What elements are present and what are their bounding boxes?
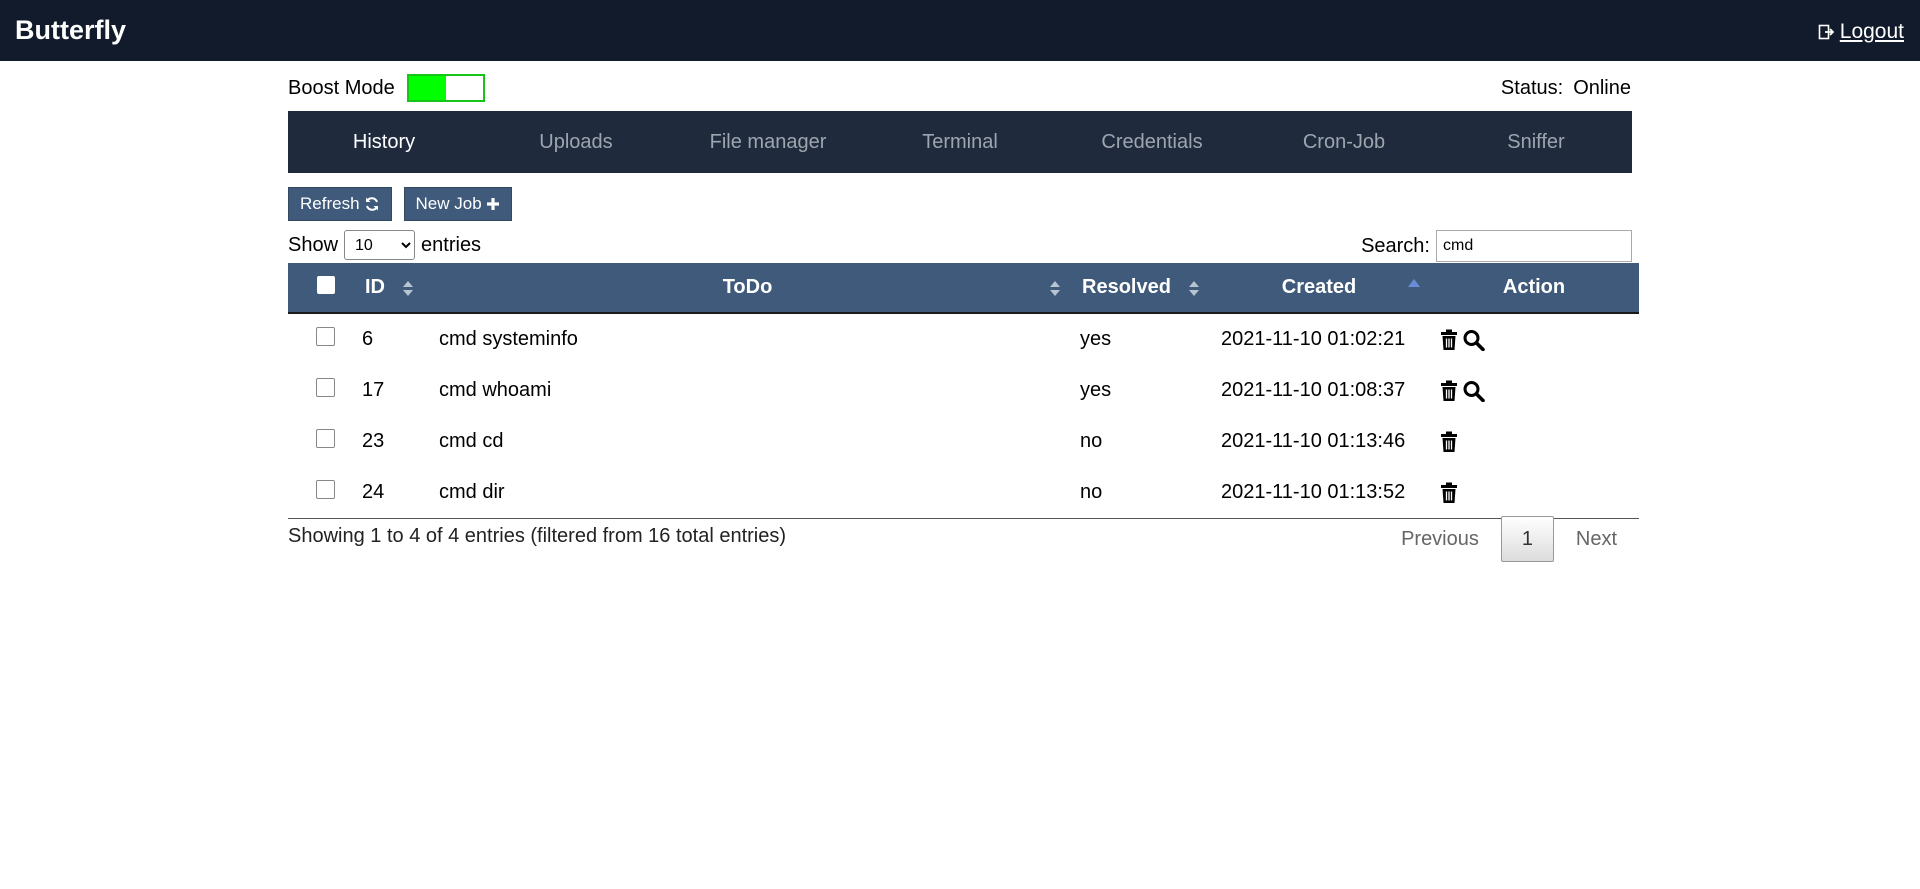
- sign-out-icon: [1818, 24, 1835, 40]
- row-resolved: no: [1068, 467, 1209, 519]
- top-navbar: Butterfly Logout: [0, 0, 1920, 61]
- select-all-checkbox[interactable]: [317, 275, 335, 294]
- row-todo: cmd systeminfo: [439, 328, 578, 350]
- row-actions: [1429, 467, 1639, 519]
- row-todo: cmd dir: [427, 467, 1068, 519]
- boost-mode-row: Boost Mode: [288, 73, 485, 103]
- search-icon[interactable]: [1462, 329, 1486, 351]
- row-id: 23: [362, 430, 385, 452]
- entries-label: entries: [421, 233, 482, 256]
- table-row: 24 cmd dir no 2021-11-10 01:13:52: [288, 467, 1639, 519]
- header-action: Action: [1429, 263, 1639, 314]
- row-resolved: yes: [1080, 328, 1112, 350]
- previous-page-button[interactable]: Previous: [1379, 528, 1501, 551]
- page-1-button[interactable]: 1: [1500, 516, 1554, 562]
- header-todo-label: ToDo: [722, 276, 773, 298]
- header-created[interactable]: Created: [1209, 263, 1429, 314]
- trash-icon[interactable]: [1440, 380, 1458, 402]
- header-action-label: Action: [1502, 276, 1566, 298]
- row-actions: [1429, 365, 1639, 416]
- row-todo: cmd whoami: [439, 379, 552, 401]
- row-id: 6: [362, 328, 374, 350]
- logout-link[interactable]: Logout: [1818, 20, 1904, 44]
- main-tabs: History Uploads File manager Terminal Cr…: [288, 111, 1632, 173]
- status-label: Status:: [1500, 76, 1564, 99]
- next-page-button[interactable]: Next: [1554, 528, 1639, 551]
- table-row: 17 cmd whoami yes 2021-11-10 01:08:37: [288, 365, 1639, 416]
- refresh-icon: [365, 197, 378, 211]
- row-actions: [1429, 313, 1639, 365]
- plus-icon: [486, 198, 499, 210]
- row-resolved: no: [1080, 430, 1103, 452]
- sort-icon: [1189, 281, 1199, 297]
- table-info: Showing 1 to 4 of 4 entries (filtered fr…: [288, 525, 787, 547]
- row-id: 24: [359, 467, 427, 519]
- app-title: Butterfly: [15, 15, 127, 45]
- history-table: ID ToDo Resolved Created Action 6 cmd sy…: [288, 263, 1639, 519]
- row-actions: [1429, 416, 1639, 467]
- tab-terminal[interactable]: Terminal: [864, 131, 1056, 154]
- table-header-row: ID ToDo Resolved Created Action: [288, 263, 1639, 314]
- sort-asc-icon: [1408, 279, 1420, 287]
- table-row: 23 cmd cd no 2021-11-10 01:13:46: [288, 416, 1639, 467]
- show-label: Show: [288, 233, 339, 256]
- tab-uploads[interactable]: Uploads: [480, 131, 672, 154]
- toggle-on-fill: [408, 76, 446, 100]
- entries-per-page-select[interactable]: 10: [344, 230, 416, 260]
- row-checkbox[interactable]: [316, 480, 335, 499]
- row-created: 2021-11-10 01:08:37: [1221, 379, 1406, 401]
- header-todo[interactable]: ToDo: [427, 263, 1068, 314]
- sort-icon: [1050, 281, 1060, 297]
- tab-file-manager[interactable]: File manager: [672, 131, 864, 154]
- boost-mode-toggle[interactable]: [406, 74, 485, 102]
- logout-label: Logout: [1839, 20, 1904, 43]
- row-checkbox[interactable]: [316, 327, 335, 346]
- header-resolved[interactable]: Resolved: [1068, 263, 1209, 314]
- page-length-control: Show 10 entries: [288, 229, 481, 261]
- table-row: 6 cmd systeminfo yes 2021-11-10 01:02:21: [288, 313, 1639, 365]
- trash-icon[interactable]: [1440, 482, 1458, 504]
- refresh-button[interactable]: Refresh: [288, 187, 392, 221]
- header-id-label: ID: [365, 276, 385, 298]
- tab-history[interactable]: History: [288, 131, 480, 154]
- toolbar: Refresh New Job: [288, 187, 524, 221]
- row-todo: cmd cd: [439, 430, 504, 452]
- tab-credentials[interactable]: Credentials: [1056, 131, 1248, 154]
- search-icon[interactable]: [1462, 380, 1486, 402]
- header-id[interactable]: ID: [359, 263, 427, 314]
- row-checkbox[interactable]: [316, 429, 335, 448]
- sort-icon: [403, 281, 413, 297]
- header-created-label: Created: [1281, 276, 1357, 298]
- row-resolved: yes: [1080, 379, 1112, 401]
- search-label: Search:: [1361, 234, 1430, 257]
- status-indicator: Status: Online: [1501, 73, 1631, 103]
- new-job-button[interactable]: New Job: [403, 187, 512, 221]
- tab-cron-job[interactable]: Cron-Job: [1248, 131, 1440, 154]
- boost-mode-label: Boost Mode: [288, 76, 395, 99]
- refresh-button-label: Refresh: [300, 194, 360, 213]
- status-value: Online: [1573, 76, 1631, 99]
- new-job-button-label: New Job: [415, 194, 482, 213]
- header-resolved-label: Resolved: [1082, 276, 1171, 298]
- header-select-all: [288, 263, 359, 314]
- search-input[interactable]: [1436, 230, 1632, 262]
- row-created: 2021-11-10 01:02:21: [1221, 328, 1406, 350]
- pagination: Previous 1 Next: [1379, 516, 1639, 562]
- trash-icon[interactable]: [1440, 329, 1458, 351]
- row-created: 2021-11-10 01:13:52: [1209, 467, 1429, 519]
- trash-icon[interactable]: [1440, 431, 1458, 453]
- row-id: 17: [362, 379, 385, 401]
- tab-sniffer[interactable]: Sniffer: [1440, 131, 1632, 154]
- row-checkbox[interactable]: [316, 378, 335, 397]
- search-control: Search:: [1361, 229, 1632, 263]
- row-created: 2021-11-10 01:13:46: [1221, 430, 1406, 452]
